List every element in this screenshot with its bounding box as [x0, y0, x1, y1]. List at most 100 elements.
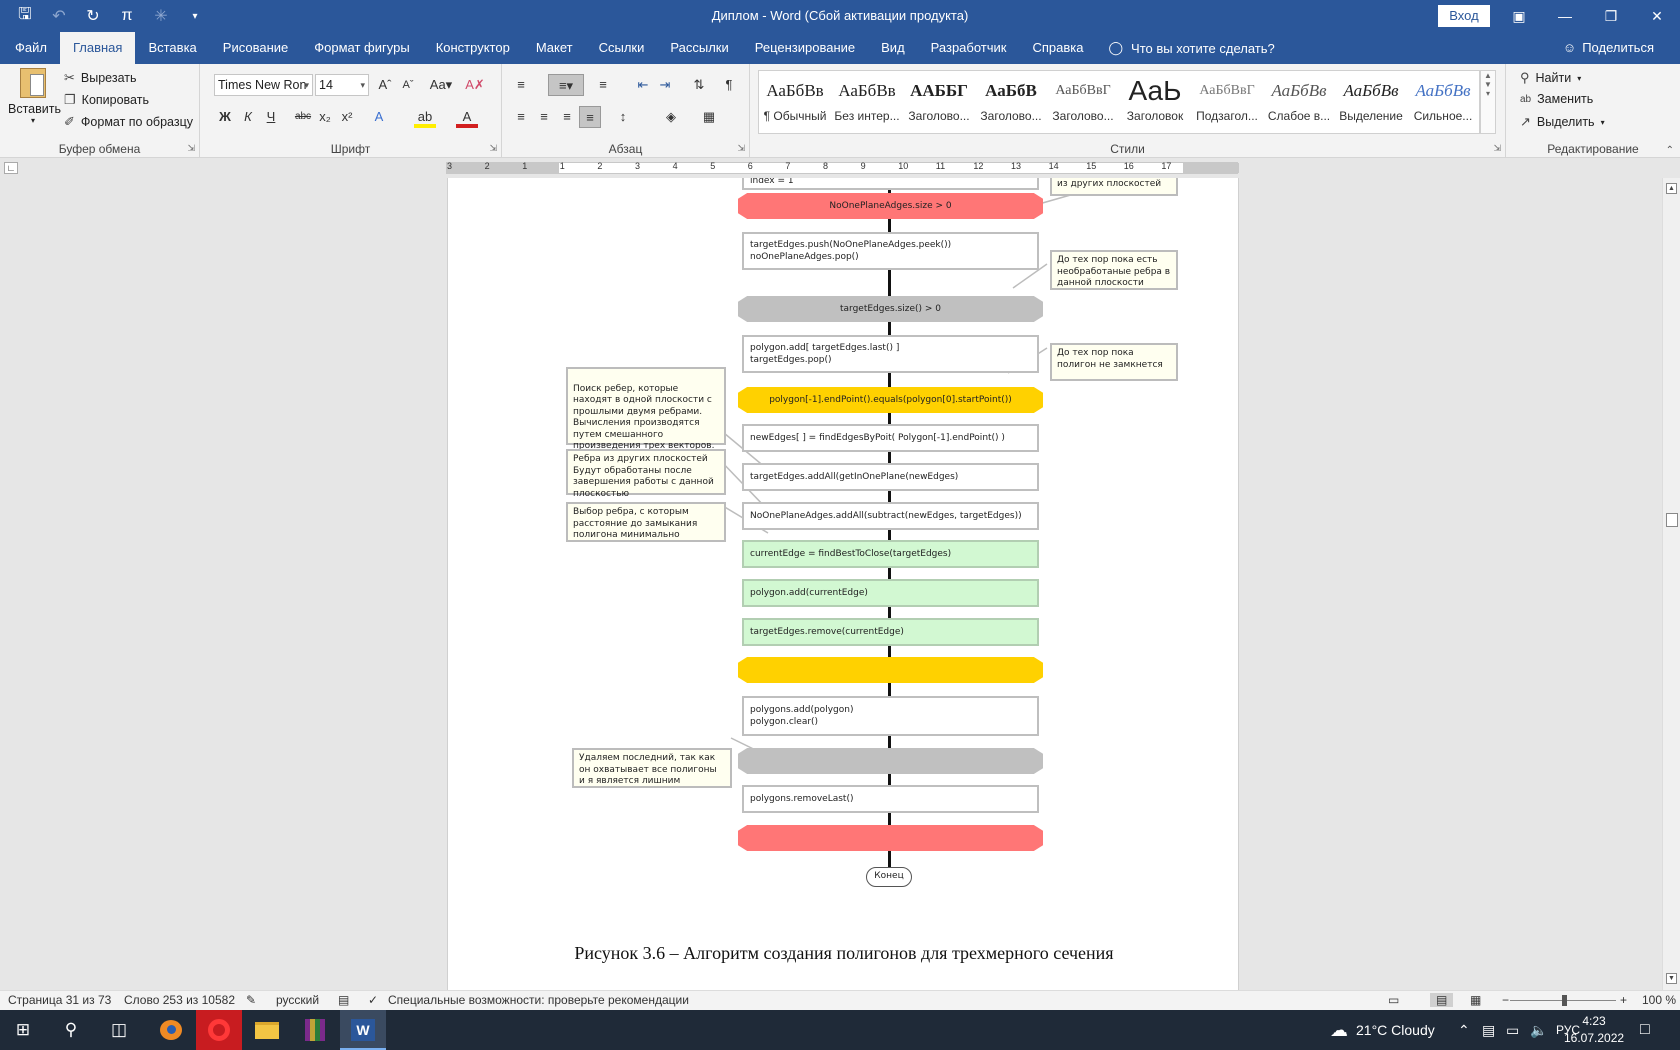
document-page[interactable]: index = 1 из других плоскостей NoOnePlan… [447, 178, 1239, 990]
line-spacing-icon[interactable]: ↕ [612, 106, 634, 128]
word-app-icon[interactable]: W [340, 1010, 386, 1050]
tab-layout[interactable]: Макет [523, 32, 586, 64]
clear-formatting-icon[interactable]: A✗ [464, 74, 486, 96]
accessibility-icon[interactable]: ✓ [368, 993, 378, 1007]
strikethrough-button[interactable]: abc [292, 106, 314, 128]
sort-icon[interactable]: ⇅ [688, 74, 710, 96]
align-left-icon[interactable]: ≡ [510, 106, 532, 128]
flow-box-4[interactable]: targetEdges.addAll(getInOnePlane(newEdge… [742, 463, 1039, 491]
flow-box-1[interactable]: targetEdges.push(NoOnePlaneAdges.peek())… [742, 232, 1039, 270]
scroll-up-icon[interactable]: ▲ [1666, 183, 1677, 194]
select-button[interactable]: ↗ Выделить ▾ [1520, 114, 1605, 130]
find-button[interactable]: ⚲ Найти ▾ [1520, 70, 1581, 86]
file-explorer-icon[interactable] [244, 1010, 290, 1050]
style-title[interactable]: АаЬ Заголовок [1119, 71, 1191, 133]
proofing-icon[interactable]: ✎ [246, 993, 256, 1007]
web-layout-icon[interactable]: ▦ [1470, 993, 1481, 1007]
tab-review[interactable]: Рецензирование [742, 32, 868, 64]
print-layout-icon[interactable]: ▤ [1430, 993, 1454, 1007]
tab-selector-button[interactable]: ∟ [4, 162, 18, 174]
word-count[interactable]: Слово 253 из 10582 [124, 993, 235, 1007]
flow-condition-1[interactable]: NoOnePlaneAdges.size > 0 [738, 193, 1043, 219]
dialog-launcher-icon[interactable]: ⇲ [1493, 143, 1501, 154]
grow-font-icon[interactable]: Aˆ [374, 74, 396, 96]
note-1[interactable]: До тех пор пока есть необработаные ребра… [1050, 250, 1178, 290]
tab-home[interactable]: Главная [59, 32, 136, 64]
weather-widget[interactable]: ☁ 21°C Cloudy [1330, 1010, 1435, 1050]
note-3[interactable]: Поиск ребер, которые находят в одной пло… [566, 367, 726, 451]
font-size-select[interactable]: 14 ▾ [315, 74, 369, 96]
style-subtitle[interactable]: АаБбВвГ Подзагол... [1191, 71, 1263, 133]
justify-icon[interactable]: ≡ [579, 106, 601, 128]
flow-loop-end-yellow[interactable] [738, 657, 1043, 683]
tab-draw[interactable]: Рисование [210, 32, 301, 64]
accessibility-status[interactable]: Специальные возможности: проверьте реком… [388, 993, 689, 1007]
numbering-icon[interactable]: ≡▾ [548, 74, 584, 96]
style-subtle-emphasis[interactable]: АаБбВв Слабое в... [1263, 71, 1335, 133]
blender-app-icon[interactable] [148, 1010, 194, 1050]
battery-icon[interactable]: ▭ [1506, 1010, 1519, 1050]
flow-condition-2[interactable]: targetEdges.size() > 0 [738, 296, 1043, 322]
bold-button[interactable]: Ж [214, 106, 236, 128]
save-icon[interactable]: 🖫 [10, 1, 40, 31]
flow-box-5[interactable]: NoOnePlaneAdges.addAll(subtract(newEdges… [742, 502, 1039, 530]
customize-qat-icon[interactable]: ▾ [180, 1, 210, 31]
flow-box-7[interactable]: polygon.add(currentEdge) [742, 579, 1039, 607]
clock[interactable]: 4:23 16.07.2022 [1564, 1013, 1624, 1047]
format-painter-button[interactable]: ✐ Формат по образцу [64, 114, 193, 130]
flow-box-6[interactable]: currentEdge = findBestToClose(targetEdge… [742, 540, 1039, 568]
vertical-scrollbar[interactable]: ▲ ▼ [1662, 178, 1680, 990]
cut-button[interactable]: ✂ Вырезать [64, 70, 137, 86]
tab-mailings[interactable]: Рассылки [657, 32, 741, 64]
tab-references[interactable]: Ссылки [586, 32, 658, 64]
copy-button[interactable]: ❐ Копировать [64, 92, 149, 108]
tab-view[interactable]: Вид [868, 32, 918, 64]
page-count[interactable]: Страница 31 из 73 [8, 993, 111, 1007]
flow-box-8[interactable]: targetEdges.remove(currentEdge) [742, 618, 1039, 646]
change-case-icon[interactable]: Aa▾ [426, 74, 456, 96]
zoom-level[interactable]: 100 % [1642, 993, 1676, 1007]
dialog-launcher-icon[interactable]: ⇲ [737, 143, 745, 154]
note-2[interactable]: До тех пор пока полигон не замкнется [1050, 343, 1178, 381]
undo-icon[interactable]: ↶ [44, 1, 74, 31]
note-4[interactable]: Ребра из других плоскостей Будут обработ… [566, 449, 726, 499]
maximize-button[interactable]: ❐ [1588, 0, 1634, 32]
flow-box-index[interactable]: index = 1 [742, 178, 1039, 190]
style-normal[interactable]: АаБбВв ¶ Обычный [759, 71, 831, 133]
align-center-icon[interactable]: ≡ [533, 106, 555, 128]
show-hidden-icons-icon[interactable]: ⌃ [1458, 1010, 1470, 1050]
subscript-button[interactable]: x₂ [314, 106, 336, 128]
share-button[interactable]: ☺ Поделиться [1563, 32, 1654, 64]
scroll-down-icon[interactable]: ▼ [1666, 973, 1677, 984]
paste-button[interactable]: Вставить ▾ [8, 68, 61, 132]
multilevel-list-icon[interactable]: ≡ [592, 74, 614, 96]
text-effects-icon[interactable]: A [368, 106, 390, 128]
windows-start-icon[interactable]: ⊞ [0, 1010, 46, 1050]
flow-box-3[interactable]: newEdges[ ] = findEdgesByPoit( Polygon[-… [742, 424, 1039, 452]
macro-icon[interactable]: ▤ [338, 993, 349, 1007]
style-heading-1[interactable]: ААББГ Заголово... [903, 71, 975, 133]
font-name-select[interactable]: Times New Ron ▾ [214, 74, 313, 96]
format-painter-icon[interactable]: ✳ [146, 1, 176, 31]
zoom-in-icon[interactable]: + [1620, 993, 1627, 1007]
task-view-icon[interactable]: ◫ [96, 1010, 142, 1050]
style-intense-emphasis[interactable]: АаБбВв Сильное... [1407, 71, 1479, 133]
flow-condition-3[interactable]: polygon[-1].endPoint().equals(polygon[0]… [738, 387, 1043, 413]
flow-box-9[interactable]: polygons.add(polygon) polygon.clear() [742, 696, 1039, 736]
styles-gallery-scroll[interactable]: ▲ ▼ ▾ [1480, 70, 1496, 134]
close-button[interactable]: ✕ [1634, 0, 1680, 32]
tab-help[interactable]: Справка [1019, 32, 1096, 64]
shrink-font-icon[interactable]: Aˇ [397, 74, 419, 96]
flow-box-10[interactable]: polygons.removeLast() [742, 785, 1039, 813]
horizontal-ruler[interactable]: 3 2 1 1 2 3 4 5 6 7 8 9 10 11 12 13 14 15 16 17 [446, 161, 1239, 174]
tell-me-search[interactable]: ◯ Что вы хотите сделать? [1096, 32, 1274, 64]
flow-loop-end-gray[interactable] [738, 748, 1043, 774]
decrease-indent-icon[interactable]: ⇤ [632, 74, 654, 96]
read-mode-icon[interactable]: ▭ [1388, 993, 1399, 1007]
flow-terminator-end[interactable]: Конец [866, 867, 912, 887]
underline-button[interactable]: Ч [260, 106, 282, 128]
tab-design[interactable]: Конструктор [423, 32, 523, 64]
search-icon[interactable]: ⚲ [48, 1010, 94, 1050]
network-icon[interactable]: ▤ [1482, 1010, 1495, 1050]
font-color-icon[interactable]: A [456, 106, 478, 128]
